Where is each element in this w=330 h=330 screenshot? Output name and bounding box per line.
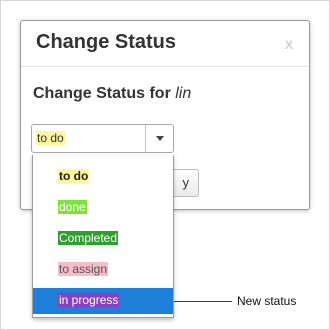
- annotation-pointer-line: [174, 301, 232, 302]
- status-dropdown-list: to do done Completed to assign in progre…: [32, 155, 174, 318]
- status-option-completed[interactable]: Completed: [33, 227, 173, 251]
- option-label: to assign: [58, 262, 109, 276]
- status-option-in-progress[interactable]: in progress: [33, 288, 173, 314]
- status-option-done[interactable]: done: [33, 196, 173, 220]
- select-arrow-button[interactable]: [145, 125, 173, 152]
- annotation-label: New status: [237, 294, 297, 308]
- caret-down-icon: [155, 136, 164, 141]
- dialog-header: Change Status x: [21, 21, 309, 67]
- close-icon[interactable]: x: [285, 36, 293, 54]
- dialog-title: Change Status: [36, 31, 177, 53]
- option-label: in progress: [58, 293, 120, 307]
- change-status-heading: Change Status for lin: [33, 85, 191, 103]
- status-option-to-assign[interactable]: to assign: [33, 258, 173, 282]
- selected-status: to do: [36, 131, 65, 145]
- screenshot-canvas: Change Status x Change Status for lin to…: [0, 0, 330, 330]
- heading-prefix: Change Status for: [33, 85, 171, 102]
- user-name: lin: [175, 85, 192, 102]
- status-option-to-do[interactable]: to do: [33, 165, 173, 189]
- status-select[interactable]: to do: [31, 124, 174, 153]
- option-label: Completed: [58, 231, 119, 245]
- option-label: to do: [58, 169, 90, 183]
- option-label: done: [58, 200, 87, 214]
